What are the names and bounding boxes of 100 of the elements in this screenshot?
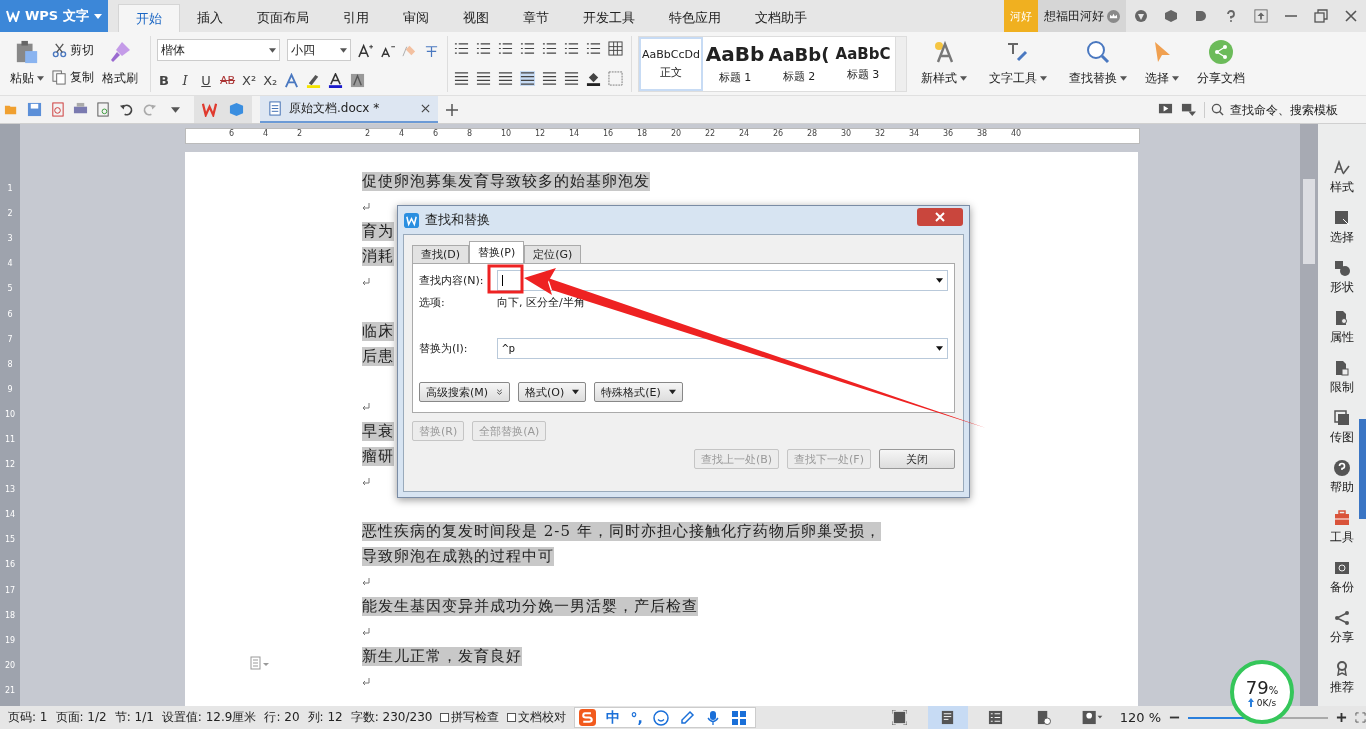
font-size-field[interactable]: 小四 [287, 39, 351, 62]
cube-icon[interactable] [1164, 9, 1178, 23]
collapse-icon[interactable] [1181, 102, 1196, 117]
copy-button[interactable]: 复制 [52, 68, 94, 86]
view-mode-button[interactable] [927, 706, 968, 729]
close-icon[interactable] [1344, 9, 1358, 23]
replace-with-field[interactable]: ^p [497, 338, 948, 359]
format-button[interactable]: B [157, 72, 171, 88]
pen-icon[interactable] [678, 709, 695, 726]
document-tab[interactable]: 原始文档.docx * [260, 96, 438, 123]
format-button[interactable]: U [199, 72, 213, 88]
ime-language[interactable]: 中 [606, 708, 621, 727]
list-icon[interactable] [586, 41, 601, 56]
format-painter-button[interactable]: 格式刷 [98, 40, 142, 87]
grid-icon[interactable] [730, 709, 747, 726]
sidebar-item[interactable]: 样式 [1330, 160, 1354, 196]
format-button[interactable]: X² [242, 72, 257, 88]
dialog-tab[interactable]: 查找(D) [412, 245, 470, 263]
share-document-button[interactable]: 分享文档 [1189, 40, 1253, 87]
sidebar-item[interactable]: 工具 [1330, 510, 1354, 546]
status-checkbox[interactable]: 拼写检查 [440, 709, 500, 726]
home-tab-area[interactable] [194, 96, 252, 123]
vertical-scrollbar[interactable] [1300, 124, 1318, 706]
cut-button[interactable]: 剪切 [52, 41, 94, 59]
select-button[interactable]: 选择 [1141, 40, 1183, 87]
menu-tab[interactable]: 特色应用 [652, 4, 738, 32]
save-icon[interactable] [27, 102, 42, 117]
text-effect-icon[interactable] [284, 72, 300, 88]
horizontal-ruler[interactable]: 6 4 2 2 4 6 8 10 12 14 16 18 20 22 24 26 28 30 32 34 36 38 40 [185, 128, 1140, 144]
format-button[interactable]: I [178, 72, 192, 88]
app-menu-button[interactable]: WPS 文字 [0, 0, 108, 32]
close-icon[interactable] [421, 104, 430, 113]
option-button[interactable]: 高级搜索(M) [419, 382, 511, 402]
command-search-field[interactable]: 查找命令、搜索模板 [1204, 101, 1358, 118]
help-icon[interactable] [1224, 9, 1238, 23]
status-checkbox[interactable]: 文档校对 [507, 709, 567, 726]
menu-tab[interactable]: 章节 [506, 4, 566, 32]
list-icon[interactable] [476, 41, 491, 56]
align-icon[interactable] [520, 71, 535, 86]
style-preset[interactable]: AaBbC 标题 3 [831, 36, 895, 91]
customize-caret-icon[interactable] [171, 106, 180, 113]
menu-tab[interactable]: 开发工具 [566, 4, 652, 32]
ime-toolbar[interactable]: 中 °, [574, 707, 756, 728]
shading-bucket-icon[interactable] [586, 71, 601, 86]
close-button[interactable] [917, 208, 963, 226]
menu-tab[interactable]: 文档助手 [738, 4, 824, 32]
list-icon[interactable] [520, 41, 535, 56]
menu-tab[interactable]: 开始 [118, 4, 180, 32]
find-what-field[interactable] [497, 270, 948, 291]
sidebar-item[interactable]: 传图 [1330, 410, 1354, 446]
option-button[interactable]: 格式(O) [518, 382, 587, 402]
style-preset[interactable]: AaBbCcDd 正文 [639, 36, 703, 91]
zoom-in-icon[interactable] [1336, 712, 1347, 723]
dialog-button[interactable]: 关闭 [879, 449, 955, 469]
find-replace-button[interactable]: 查找替换 [1061, 40, 1135, 87]
sidebar-item[interactable]: 属性 [1330, 310, 1354, 346]
dialog-tab[interactable]: 替换(P) [469, 241, 525, 263]
list-icon[interactable] [564, 41, 579, 56]
user-name-button[interactable]: 想福田河好 [1038, 0, 1126, 32]
sidebar-item[interactable]: 帮助 [1330, 460, 1354, 496]
fullscreen-icon[interactable] [1355, 712, 1366, 723]
menu-tab[interactable]: 视图 [446, 4, 506, 32]
sidebar-item[interactable]: 备份 [1330, 560, 1354, 596]
menu-tab[interactable]: 页面布局 [240, 4, 326, 32]
font-family-field[interactable]: 楷体 [157, 39, 280, 62]
sidebar-item[interactable]: 推荐 [1330, 660, 1354, 696]
option-button[interactable]: 特殊格式(E) [594, 382, 683, 402]
align-icon[interactable] [498, 71, 513, 86]
menu-tab[interactable]: 审阅 [386, 4, 446, 32]
text-tools-button[interactable]: 文字工具 [981, 40, 1055, 87]
format-button[interactable]: X₂ [263, 72, 278, 88]
highlight-icon[interactable] [306, 72, 322, 88]
ime-punctuation[interactable]: °, [630, 709, 643, 726]
sidebar-item[interactable]: 分享 [1330, 610, 1354, 646]
paste-button[interactable]: 粘贴 [6, 40, 48, 87]
sidebar-item[interactable]: 形状 [1330, 260, 1354, 296]
style-preset[interactable]: AaBb( 标题 2 [767, 36, 831, 91]
menu-tab[interactable]: 插入 [180, 4, 240, 32]
list-icon[interactable] [542, 41, 557, 56]
format-button[interactable]: AB [220, 73, 236, 87]
dialog-tab[interactable]: 定位(G) [524, 245, 582, 263]
list-icon[interactable] [498, 41, 513, 56]
new-tab-icon[interactable] [446, 103, 458, 116]
undo-icon[interactable] [119, 102, 134, 117]
menu-tab[interactable]: 引用 [326, 4, 386, 32]
align-icon[interactable] [564, 71, 579, 86]
char-shading-icon[interactable] [350, 72, 366, 88]
gallery-scrollbar[interactable] [895, 36, 906, 91]
export-pdf-icon[interactable] [50, 102, 65, 117]
grow-font-icon[interactable] [358, 42, 373, 58]
smiley-icon[interactable] [652, 709, 669, 726]
sidebar-item[interactable]: 选择 [1330, 210, 1354, 246]
font-color-icon[interactable] [328, 72, 344, 88]
upload-window-icon[interactable] [1254, 9, 1268, 23]
restore-icon[interactable] [1314, 9, 1328, 23]
table-icon[interactable] [608, 41, 623, 56]
align-icon[interactable] [542, 71, 557, 86]
print-preview-icon[interactable] [96, 102, 111, 117]
style-preset[interactable]: AaBb 标题 1 [703, 36, 767, 91]
sidebar-item[interactable]: 限制 [1330, 360, 1354, 396]
